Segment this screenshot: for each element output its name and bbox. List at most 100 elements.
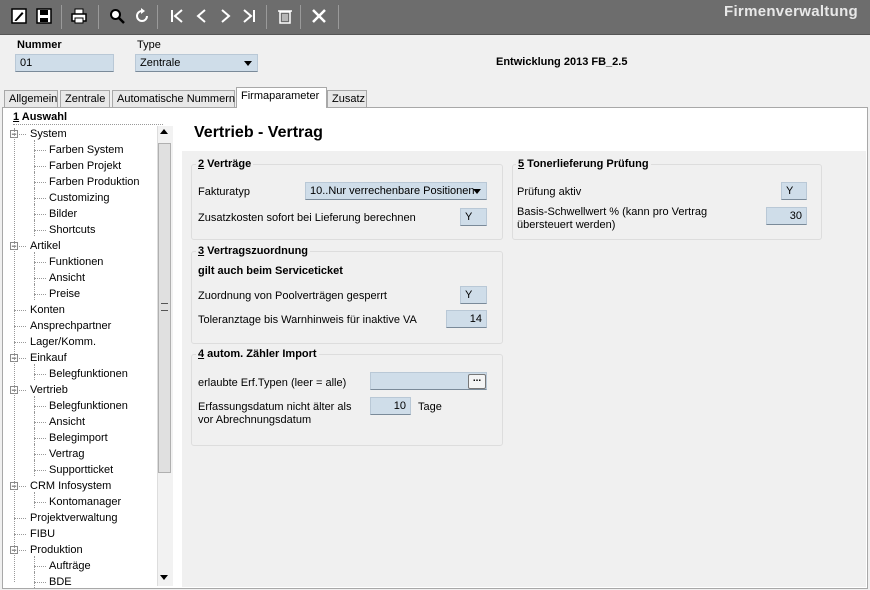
- tree-item[interactable]: Ansicht: [49, 272, 85, 284]
- tree-connector: [34, 156, 35, 172]
- tree-connector: [34, 460, 35, 476]
- tree-connector: [34, 188, 35, 204]
- group-title-text: Vertragszuordnung: [204, 245, 309, 257]
- tree-item[interactable]: Preise: [49, 288, 80, 300]
- toolbar: Firmenverwaltung: [0, 0, 870, 35]
- version-text: Entwicklung 2013 FB_2.5: [496, 56, 628, 68]
- app-title: Firmenverwaltung: [724, 3, 858, 20]
- group-zaehler-title: 4 autom. Zähler Import: [196, 348, 319, 360]
- datum-field[interactable]: 10: [370, 397, 411, 415]
- pool-field[interactable]: Y: [460, 286, 487, 304]
- tree-connector: [34, 572, 35, 588]
- first-record-icon[interactable]: [168, 7, 186, 25]
- tree-item[interactable]: Farben System: [49, 144, 124, 156]
- tree-connector: [34, 268, 35, 284]
- tree-item[interactable]: Einkauf: [30, 352, 67, 364]
- type-select-value: Zentrale: [140, 57, 181, 69]
- scroll-down-icon[interactable]: [160, 575, 168, 580]
- toolbar-separator: [300, 5, 301, 29]
- tree-item[interactable]: Customizing: [49, 192, 110, 204]
- more-options-button[interactable]: ...: [468, 374, 486, 389]
- save-icon[interactable]: [35, 7, 53, 25]
- tree-item[interactable]: Farben Projekt: [49, 160, 121, 172]
- toolbar-separator: [61, 5, 62, 29]
- tab-automatische-nummern[interactable]: Automatische Nummern: [112, 90, 235, 107]
- tree-item[interactable]: Belegimport: [49, 432, 108, 444]
- tree-item[interactable]: Kontomanager: [49, 496, 121, 508]
- fakturatyp-select[interactable]: 10..Nur verrechenbare Positionen: [305, 182, 487, 200]
- tree-item[interactable]: System: [30, 128, 67, 140]
- tab-zusatz[interactable]: Zusatz: [327, 90, 367, 107]
- tree-item[interactable]: Vertrag: [49, 448, 84, 460]
- toleranz-label: Toleranztage bis Warnhinweis für inaktiv…: [198, 314, 417, 326]
- scroll-up-icon[interactable]: [160, 129, 168, 134]
- next-record-icon[interactable]: [216, 7, 234, 25]
- pool-label: Zuordnung von Poolverträgen gesperrt: [198, 290, 387, 302]
- erf-typen-label: erlaubte Erf.Typen (leer = alle): [198, 377, 347, 389]
- type-label: Type: [137, 39, 161, 51]
- tree-connector: [34, 252, 35, 268]
- group-title-text: Verträge: [204, 158, 252, 170]
- chevron-down-icon[interactable]: [473, 189, 481, 194]
- tree-item[interactable]: Supportticket: [49, 464, 113, 476]
- tree-item[interactable]: CRM Infosystem: [30, 480, 111, 492]
- tab-firmaparameter[interactable]: Firmaparameter: [236, 87, 327, 108]
- grip-icon: [161, 303, 168, 311]
- tree-item[interactable]: Artikel: [30, 240, 61, 252]
- tree-connector: [14, 534, 26, 535]
- tree-connector: [14, 326, 26, 327]
- tree-item[interactable]: FIBU: [30, 528, 55, 540]
- pruefung-aktiv-label: Prüfung aktiv: [517, 186, 582, 198]
- last-record-icon[interactable]: [240, 7, 258, 25]
- close-icon[interactable]: [310, 7, 328, 25]
- edit-icon[interactable]: [10, 7, 28, 25]
- tree-item[interactable]: Ansprechpartner: [30, 320, 111, 332]
- search-icon[interactable]: [108, 7, 126, 25]
- tree-item[interactable]: Ansicht: [49, 416, 85, 428]
- tree-connector: [34, 406, 46, 407]
- schwellwert-field[interactable]: 30: [766, 207, 807, 225]
- datum-label-line2: vor Abrechnungsdatum: [198, 414, 312, 426]
- print-icon[interactable]: [70, 7, 88, 25]
- toolbar-separator: [157, 5, 158, 29]
- tree-item[interactable]: BDE: [49, 576, 72, 588]
- chevron-down-icon[interactable]: [244, 61, 252, 66]
- tree-item[interactable]: Vertrieb: [30, 384, 68, 396]
- tree-item[interactable]: Belegfunktionen: [49, 400, 128, 412]
- tree-item[interactable]: Bilder: [49, 208, 77, 220]
- tree-connector: [34, 444, 35, 460]
- tree-connector: [34, 582, 46, 583]
- pruefung-aktiv-field[interactable]: Y: [781, 182, 807, 200]
- tree-connector: [34, 278, 46, 279]
- tree-connector: [14, 518, 26, 519]
- tree-item[interactable]: Konten: [30, 304, 65, 316]
- zuordnung-subtitle: gilt auch beim Serviceticket: [198, 265, 343, 277]
- delete-icon[interactable]: [276, 7, 294, 25]
- tree-connector: [34, 454, 46, 455]
- tree-item[interactable]: Lager/Komm.: [30, 336, 96, 348]
- type-select[interactable]: Zentrale: [135, 54, 258, 72]
- datum-label-line1: Erfassungsdatum nicht älter als: [198, 401, 352, 413]
- tree-item[interactable]: Projektverwaltung: [30, 512, 117, 524]
- tree-connector: [34, 150, 46, 151]
- tree-connector: [34, 172, 35, 188]
- tree-connector: [34, 214, 46, 215]
- toleranz-field[interactable]: 14: [446, 310, 487, 328]
- tree-item[interactable]: Aufträge: [49, 560, 91, 572]
- previous-record-icon[interactable]: [193, 7, 211, 25]
- tree-item[interactable]: Funktionen: [49, 256, 103, 268]
- tree-item[interactable]: Produktion: [30, 544, 83, 556]
- toolbar-separator: [338, 5, 339, 29]
- tree-connector: [34, 198, 46, 199]
- nummer-field[interactable]: 01: [15, 54, 114, 72]
- tree-item[interactable]: Shortcuts: [49, 224, 95, 236]
- tab-allgemein[interactable]: Allgemein: [4, 90, 58, 107]
- tree-item[interactable]: Farben Produktion: [49, 176, 140, 188]
- tab-zentrale[interactable]: Zentrale: [60, 90, 110, 107]
- tree-header: 1 Auswahl: [13, 111, 67, 123]
- refresh-icon[interactable]: [133, 7, 151, 25]
- tree-connector: [34, 294, 46, 295]
- tree-item[interactable]: Belegfunktionen: [49, 368, 128, 380]
- zusatzkosten-field[interactable]: Y: [460, 208, 487, 226]
- group-zaehler-import: [191, 354, 503, 446]
